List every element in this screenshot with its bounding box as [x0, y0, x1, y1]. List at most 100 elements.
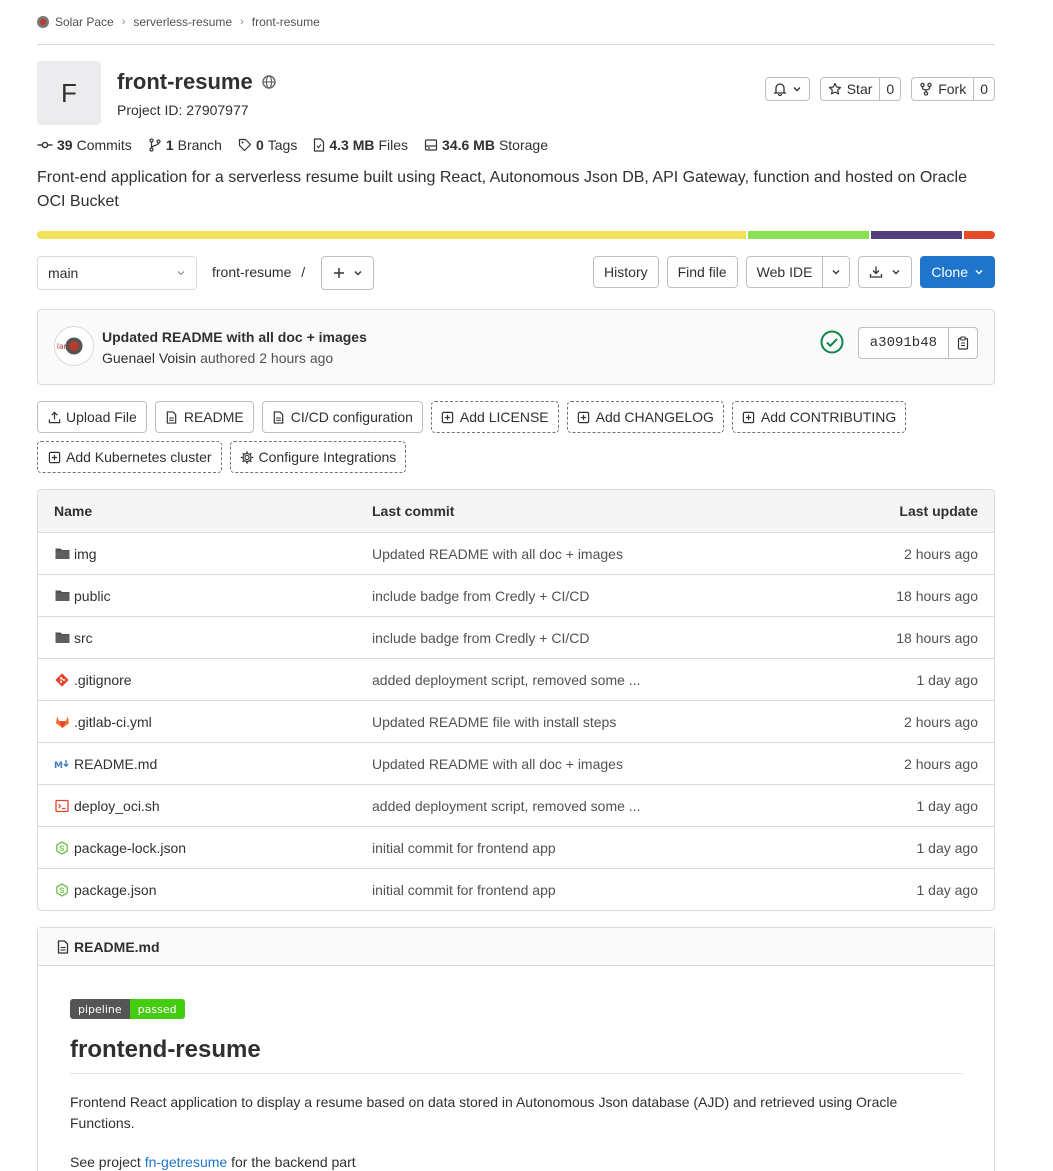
quick-action-button[interactable]: README [154, 401, 254, 433]
file-name-link[interactable]: README.md [74, 756, 157, 772]
quick-action-button[interactable]: Add CONTRIBUTING [731, 401, 907, 433]
fork-count[interactable]: 0 [973, 78, 994, 100]
file-name-link[interactable]: package.json [74, 882, 157, 898]
file-updated-time: 2 hours ago [904, 755, 978, 772]
breadcrumb-subgroup[interactable]: serverless-resume [133, 15, 232, 29]
pipeline-badge-label: pipeline [70, 999, 130, 1019]
clone-button[interactable]: Clone [920, 256, 995, 288]
file-tree-header: Name Last commit Last update [38, 490, 994, 532]
quick-action-button[interactable]: Configure Integrations [229, 441, 407, 473]
file-name-link[interactable]: deploy_oci.sh [74, 798, 160, 814]
file-commit-link[interactable]: initial commit for frontend app [372, 840, 832, 856]
pipeline-badge[interactable]: pipeline passed [70, 999, 185, 1019]
fork-button[interactable]: Fork [912, 78, 973, 100]
file-commit-link[interactable]: include badge from Credly + CI/CD [372, 630, 832, 646]
file-commit-link[interactable]: Updated README with all doc + images [372, 756, 832, 772]
plus-square-icon [577, 410, 591, 424]
gitlab-icon [54, 715, 70, 729]
branch-selector[interactable]: main [37, 256, 197, 290]
file-commit-link[interactable]: added deployment script, removed some ..… [372, 798, 832, 814]
plus-square-icon [742, 410, 756, 424]
breadcrumb-group[interactable]: Solar Pace [37, 15, 114, 29]
web-ide-dropdown[interactable] [823, 256, 851, 288]
star-button[interactable]: Star [821, 78, 880, 100]
file-updated-time: 18 hours ago [896, 587, 978, 604]
doc-icon [272, 410, 286, 424]
file-name-link[interactable]: img [74, 546, 97, 562]
table-row[interactable]: deploy_oci.sh added deployment script, re… [38, 784, 994, 826]
plus-square-icon [47, 450, 61, 464]
table-row[interactable]: src include badge from Credly + CI/CD 18 h… [38, 616, 994, 658]
readme-project-link[interactable]: fn-getresume [145, 1154, 227, 1170]
table-row[interactable]: package.json initial commit for frontend … [38, 868, 994, 910]
quick-actions: Upload File README CI/CD configuration Add … [37, 401, 995, 473]
notification-button[interactable] [766, 78, 809, 100]
project-description: Front-end application for a serverless r… [37, 169, 967, 210]
readme-filename[interactable]: README.md [74, 939, 160, 955]
file-name-link[interactable]: .gitlab-ci.yml [74, 714, 152, 730]
language-segment[interactable] [963, 231, 995, 239]
file-updated-time: 1 day ago [916, 881, 979, 898]
history-button[interactable]: History [593, 256, 659, 288]
language-segment[interactable] [871, 231, 962, 239]
language-segment[interactable] [748, 231, 870, 239]
folder-icon [54, 589, 70, 603]
repo-nav: main front-resume / History Find file We… [37, 256, 995, 290]
last-commit-panel: lar pa Updated README with all doc + ima… [37, 309, 995, 385]
commit-title[interactable]: Updated README with all doc + images [102, 329, 367, 345]
globe-icon [261, 74, 277, 90]
repo-path-separator: / [301, 264, 306, 280]
file-updated-time: 2 hours ago [904, 545, 978, 562]
doc-icon [57, 939, 69, 954]
web-ide-button[interactable]: Web IDE [745, 256, 824, 288]
readme-header: README.md [38, 928, 994, 966]
quick-action-button[interactable]: Upload File [37, 401, 147, 433]
chevron-down-icon [832, 270, 840, 275]
file-commit-link[interactable]: include badge from Credly + CI/CD [372, 588, 832, 604]
table-row[interactable]: .gitignore added deployment script, remov… [38, 658, 994, 700]
commit-sha[interactable]: a3091b48 [859, 328, 949, 358]
header-name: Name [54, 503, 93, 519]
quick-action-button[interactable]: Add Kubernetes cluster [37, 441, 222, 473]
group-avatar [37, 16, 49, 28]
breadcrumb: Solar Pace › serverless-resume › front-r… [37, 0, 995, 45]
copy-icon[interactable] [949, 328, 977, 358]
quick-action-button[interactable]: Add CHANGELOG [566, 401, 724, 433]
file-tree-table: Name Last commit Last update img Updated … [37, 489, 995, 911]
file-name-link[interactable]: package-lock.json [74, 840, 186, 856]
readme-panel: README.md pipeline passed frontend-resum… [37, 927, 995, 1171]
download-dropdown[interactable] [858, 256, 913, 288]
star-count[interactable]: 0 [879, 78, 900, 100]
file-commit-link[interactable]: added deployment script, removed some ..… [372, 672, 832, 688]
table-row[interactable]: public include badge from Credly + CI/CD 1… [38, 574, 994, 616]
file-commit-link[interactable]: Updated README file with install steps [372, 714, 832, 730]
language-segment[interactable] [37, 231, 747, 239]
file-commit-link[interactable]: initial commit for frontend app [372, 882, 832, 898]
pipeline-badge-status: passed [129, 999, 185, 1019]
commit-author[interactable]: Guenael Voisin [102, 350, 196, 366]
file-commit-link[interactable]: Updated README with all doc + images [372, 546, 832, 562]
table-row[interactable]: package-lock.json initial commit for fron… [38, 826, 994, 868]
author-avatar[interactable]: lar pa [54, 326, 94, 366]
folder-icon [54, 547, 70, 561]
table-row[interactable]: .gitlab-ci.yml Updated README file with i… [38, 700, 994, 742]
find-file-button[interactable]: Find file [666, 256, 738, 288]
quick-action-button[interactable]: Add LICENSE [430, 401, 559, 433]
file-name-link[interactable]: src [74, 630, 93, 646]
doc-icon [165, 410, 179, 424]
notification-dropdown[interactable] [764, 77, 810, 101]
breadcrumb-group-label[interactable]: Solar Pace [55, 15, 114, 29]
repo-path-root[interactable]: front-resume [212, 264, 291, 280]
quick-action-label: CI/CD configuration [290, 409, 413, 425]
plus-square-icon [441, 410, 455, 424]
breadcrumb-project[interactable]: front-resume [252, 15, 320, 29]
project-name: front-resume [117, 69, 253, 94]
add-to-tree-dropdown[interactable] [321, 256, 374, 290]
table-row[interactable]: img Updated README with all doc + images 2… [38, 532, 994, 574]
quick-action-button[interactable]: CI/CD configuration [261, 401, 423, 433]
file-name-link[interactable]: public [74, 588, 111, 604]
node-icon [54, 840, 70, 855]
file-name-link[interactable]: .gitignore [74, 672, 132, 688]
table-row[interactable]: M README.md Updated README with all doc + … [38, 742, 994, 784]
pipeline-status-icon[interactable] [820, 330, 844, 357]
